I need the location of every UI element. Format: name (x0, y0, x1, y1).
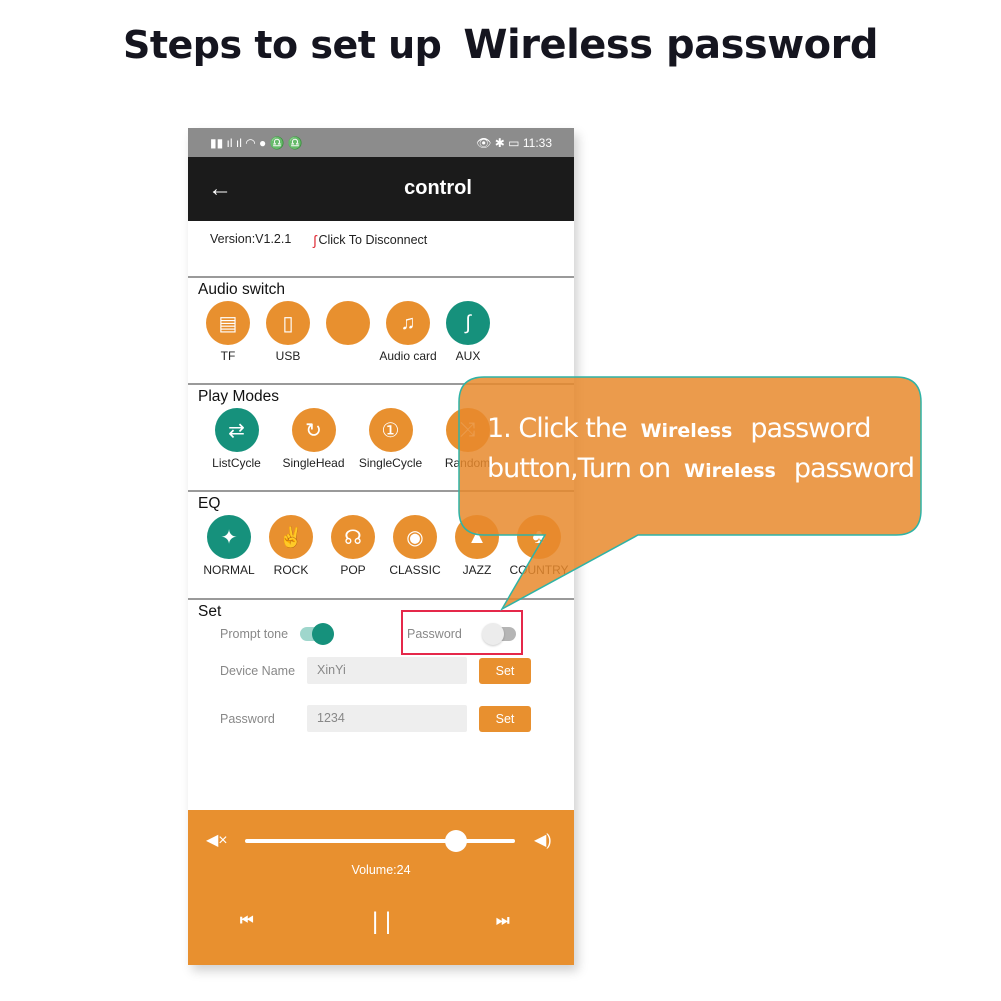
item-label: TF (220, 349, 236, 363)
eq-item[interactable]: ✌ ROCK (260, 515, 322, 579)
play-modes-item[interactable]: ① SingleCycle (352, 408, 429, 472)
headphones-icon: ☊ (331, 515, 375, 559)
shuffle-icon: ⤨ (445, 408, 490, 452)
section-title: EQ (198, 495, 221, 512)
callout-line1: 1. Click the (487, 413, 628, 444)
signal-icons: ▮▮ ıl ıl ◠ ● ♎ ♎ (210, 135, 303, 150)
item-label: USB (275, 349, 301, 363)
disconnect-button[interactable]: ʃ Click To Disconnect (313, 232, 427, 248)
callout-wireless: Wireless (640, 420, 733, 442)
version-label: Version:V1.2.1 (210, 232, 292, 246)
app-header: ← control (188, 157, 574, 221)
eq-item[interactable]: ▲ JAZZ (446, 515, 508, 579)
page-title: Steps to set up Wireless password (0, 22, 1001, 68)
clock: 11:33 (522, 135, 552, 150)
blank-icon (326, 301, 370, 345)
item-label: ROCK (273, 563, 309, 577)
country-icon: ♣ (517, 515, 561, 559)
hat-icon: ▲ (455, 515, 499, 559)
set-password-button[interactable]: Set (479, 706, 531, 732)
item-label: COUNTRY (509, 563, 569, 577)
item-label: ListCycle (212, 456, 261, 470)
device-name-input[interactable]: XinYi (307, 657, 467, 684)
eq-item[interactable]: ☊ POP (322, 515, 384, 579)
status-right: 👁 ✱ ▭ 11:33 (476, 135, 552, 150)
list-cycle-icon: ⇄ (214, 408, 259, 452)
version-row: Version:V1.2.1 ʃ Click To Disconnect (188, 221, 574, 276)
disconnect-label: Click To Disconnect (318, 233, 428, 247)
item-label: AUX (455, 349, 481, 363)
player-panel: ◀× ◀) Volume:24 ⏮ | | ⏭ (188, 810, 574, 965)
sd-card-icon: ▤ (206, 301, 250, 345)
single-head-icon: ↻ (291, 408, 336, 452)
previous-icon[interactable]: ⏮ (240, 912, 254, 929)
callout-line2: button,Turn on (487, 453, 671, 484)
callout-password: password (793, 453, 915, 484)
item-label: POP (340, 563, 366, 577)
audio-switch-item[interactable]: ▯ USB (258, 301, 318, 365)
rock-hand-icon: ✌ (269, 515, 313, 559)
music-note-icon: ♫ (386, 301, 430, 345)
eq-section: EQ ✦ NORMAL ✌ ROCK ☊ POP ◉ CLASSIC ▲ JAZZ ♣ COUNTRY (188, 490, 574, 598)
callout-text: 1. Click the Wireless password button,Turn… (487, 410, 927, 490)
title-main: Wireless password (463, 22, 878, 68)
disc-icon: ◉ (393, 515, 437, 559)
mute-icon[interactable]: ◀× (206, 830, 228, 850)
play-modes-item[interactable]: ⇄ ListCycle (198, 408, 275, 472)
device-name-label: Device Name (220, 664, 296, 678)
item-label: JAZZ (462, 563, 492, 577)
item-label: CLASSIC (389, 563, 441, 577)
header-title: control (404, 177, 472, 199)
item-label: Audio card (379, 349, 437, 363)
volume-up-icon[interactable]: ◀) (534, 830, 552, 850)
unlink-icon: ʃ (313, 232, 317, 248)
set-device-name-button[interactable]: Set (479, 658, 531, 684)
item-label: NORMAL (203, 563, 255, 577)
aux-cable-icon: ∫ (446, 301, 490, 345)
audio-switch-section: Audio switch ▤ TF ▯ USB ♫ Audio card ∫ AUX (188, 276, 574, 383)
normal-icon: ✦ (207, 515, 251, 559)
audio-switch-item[interactable]: ▤ TF (198, 301, 258, 365)
prompt-tone-toggle[interactable] (300, 623, 335, 645)
volume-label: Volume:24 (351, 863, 411, 877)
volume-knob[interactable] (444, 830, 467, 852)
audio-switch-item[interactable]: ♫ Audio card (378, 301, 438, 365)
prompt-tone-label: Prompt tone (220, 627, 289, 641)
status-bar: ▮▮ ıl ıl ◠ ● ♎ ♎ 👁 ✱ ▭ 11:33 (188, 128, 574, 157)
prompt-tone-row: Prompt tone (220, 623, 335, 645)
single-cycle-icon: ① (368, 408, 413, 452)
password-input[interactable]: 1234 (307, 705, 467, 732)
item-label: SingleCycle (358, 456, 423, 470)
eq-icons: ✦ NORMAL ✌ ROCK ☊ POP ◉ CLASSIC ▲ JAZZ ♣ COUNTRY (198, 515, 574, 579)
eq-item[interactable]: ✦ NORMAL (198, 515, 260, 579)
callout-wireless: Wireless (684, 460, 776, 482)
callout-password: password (750, 413, 871, 444)
audio-switch-item[interactable] (318, 301, 378, 365)
pause-icon[interactable]: | | (372, 908, 391, 936)
password-highlight-box (401, 610, 523, 655)
item-label: SingleHead (282, 456, 345, 470)
audio-icons: ▤ TF ▯ USB ♫ Audio card ∫ AUX (198, 301, 574, 365)
volume-slider[interactable] (245, 830, 515, 852)
password-label: Password (220, 712, 275, 726)
audio-switch-item[interactable]: ∫ AUX (438, 301, 498, 365)
phone-screen: ▮▮ ıl ıl ◠ ● ♎ ♎ 👁 ✱ ▭ 11:33 ← control V… (188, 128, 574, 965)
title-prefix: Steps to set up (122, 23, 442, 67)
item-label: Random (444, 456, 491, 470)
usb-icon: ▯ (266, 301, 310, 345)
eq-item[interactable]: ◉ CLASSIC (384, 515, 446, 579)
play-modes-item[interactable]: ↻ SingleHead (275, 408, 352, 472)
next-icon[interactable]: ⏭ (496, 912, 510, 929)
section-title: Play Modes (198, 388, 279, 405)
section-title: Audio switch (198, 281, 286, 298)
eq-item[interactable]: ♣ COUNTRY (508, 515, 570, 579)
